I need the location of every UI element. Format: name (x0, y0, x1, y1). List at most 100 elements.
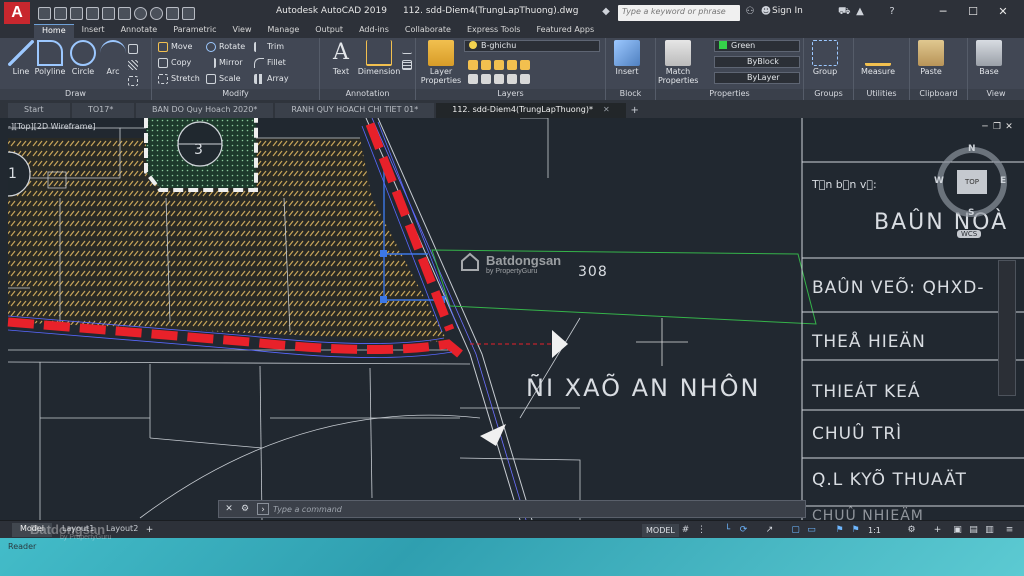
view-panel-title[interactable]: View (968, 89, 1024, 100)
utilities-panel-title[interactable]: Utilities (854, 89, 909, 100)
user-icon[interactable]: ☻ (760, 6, 772, 18)
close-tab-icon[interactable]: ✕ (603, 105, 610, 114)
group-tool[interactable]: Group (806, 40, 844, 76)
mirror-tool[interactable]: Mirror (206, 56, 243, 69)
new-file-icon[interactable] (38, 6, 51, 20)
application-menu-button[interactable]: A (4, 2, 30, 24)
command-prompt-icon[interactable]: › (257, 503, 269, 515)
annotation-panel-title[interactable]: Annotation (320, 89, 415, 100)
auto-scale-icon[interactable]: ⚑ (850, 525, 861, 536)
viewcube-west[interactable]: W (934, 176, 944, 186)
snap-icon[interactable]: ⋮ (696, 525, 707, 536)
fillet-tool[interactable]: Fillet (254, 56, 286, 69)
quick-properties-icon[interactable]: ▤ (968, 525, 979, 536)
move-tool[interactable]: Move (158, 40, 192, 53)
draw-panel-title[interactable]: Draw (0, 89, 151, 100)
table-icon[interactable] (402, 58, 412, 71)
stretch-tool[interactable]: Stretch (158, 72, 200, 85)
measure-tool[interactable]: Measure (856, 40, 900, 76)
add-layout-icon[interactable]: + (144, 525, 155, 536)
file-tab-ban-do-quy-hoach[interactable]: BAN DO Quy Hoach 2020* (136, 103, 274, 118)
customize-menu-icon[interactable]: ≡ (1004, 525, 1015, 536)
paste-tool[interactable]: Paste (912, 40, 950, 76)
viewcube-top-face[interactable]: TOP (957, 170, 987, 194)
match-properties-tool[interactable]: Match Properties (658, 40, 698, 85)
array-tool[interactable]: Array (254, 72, 289, 85)
annotation-scale[interactable]: 1:1 (868, 524, 881, 537)
graphics-performance-icon[interactable]: ▥ (984, 525, 995, 536)
layer-dropdown[interactable]: B-ghichu (464, 40, 600, 52)
trim-tool[interactable]: Trim (254, 40, 284, 53)
file-tab-to17[interactable]: TO17* (72, 103, 134, 118)
share-icon[interactable] (166, 6, 179, 20)
exchange-icon[interactable]: ▲ (854, 6, 866, 18)
isodraft-icon[interactable]: ↗ (764, 525, 775, 536)
tab-view[interactable]: View (225, 24, 260, 38)
save-icon[interactable] (70, 6, 83, 20)
tab-insert[interactable]: Insert (74, 24, 113, 38)
linetype-dropdown[interactable]: ByBlock (714, 56, 800, 68)
file-tab-current[interactable]: 112. sdd-Diem4(TrungLapThuong)* ✕ (436, 103, 626, 118)
annotation-monitor-icon[interactable]: + (932, 525, 943, 536)
open-file-icon[interactable] (54, 6, 67, 20)
viewport-close-icon[interactable]: ✕ (1004, 122, 1014, 132)
tab-parametric[interactable]: Parametric (165, 24, 224, 38)
redo-icon[interactable] (150, 6, 163, 20)
layer-properties-tool[interactable]: Layer Properties (418, 40, 464, 85)
model-space-toggle[interactable]: MODEL (642, 524, 679, 537)
polar-icon[interactable]: ⟳ (738, 525, 749, 536)
scale-tool[interactable]: Scale (206, 72, 241, 85)
viewcube-east[interactable]: E (1000, 176, 1006, 186)
block-panel-title[interactable]: Block (606, 89, 655, 100)
tab-collaborate[interactable]: Collaborate (397, 24, 459, 38)
annotation-visibility-icon[interactable]: ⚑ (834, 525, 845, 536)
command-customize-icon[interactable]: ⚙ (239, 503, 251, 515)
wcs-menu[interactable]: WCS (957, 230, 982, 238)
binoculars-icon[interactable]: ⚇ (744, 6, 756, 18)
qat-dropdown-icon[interactable] (182, 6, 195, 20)
rectangle-icon[interactable] (128, 42, 138, 55)
workspace-gear-icon[interactable]: ⚙ (906, 525, 917, 536)
ortho-icon[interactable]: └ (722, 525, 733, 536)
leader-icon[interactable] (402, 42, 412, 55)
insert-tool[interactable]: Insert (608, 40, 646, 76)
dimension-tool[interactable]: Dimension (354, 40, 404, 76)
viewport-minimize-icon[interactable]: ─ (980, 122, 990, 132)
close-button[interactable]: ✕ (988, 3, 1018, 21)
copy-tool[interactable]: Copy (158, 56, 191, 69)
undo-icon[interactable] (134, 6, 147, 20)
navigation-bar[interactable] (998, 260, 1016, 396)
layers-panel-title[interactable]: Layers (416, 89, 605, 100)
arc-tool[interactable]: Arc (94, 40, 132, 76)
maximize-button[interactable]: ☐ (958, 3, 988, 21)
rotate-tool[interactable]: Rotate (206, 40, 245, 53)
drawing-canvas[interactable]: -][Top][2D Wireframe] 3 1 308 ÑI XAÕ AN … (0, 118, 1024, 520)
tab-home[interactable]: Home (34, 24, 74, 38)
minimize-button[interactable]: ─ (928, 3, 958, 21)
search-input[interactable]: Type a keyword or phrase (618, 5, 740, 21)
help-icon[interactable]: ? (886, 6, 898, 18)
hatch-icon[interactable] (128, 58, 138, 71)
layer-state-icon[interactable] (468, 72, 530, 85)
color-dropdown[interactable]: Green (714, 40, 800, 52)
file-tab-ranh-quy-hoach[interactable]: RANH QUY HOACH CHI TIET 01* (275, 103, 435, 118)
lineweight-dropdown[interactable]: ByLayer (714, 72, 800, 84)
tab-annotate[interactable]: Annotate (113, 24, 166, 38)
otrack-icon[interactable]: ▭ (806, 525, 817, 536)
tab-output[interactable]: Output (307, 24, 351, 38)
new-tab-button[interactable]: + (628, 104, 642, 118)
groups-panel-title[interactable]: Groups (804, 89, 853, 100)
tab-add-ins[interactable]: Add-ins (351, 24, 397, 38)
boundary-icon[interactable] (128, 74, 138, 87)
grid-icon[interactable]: # (680, 525, 691, 536)
tab-manage[interactable]: Manage (260, 24, 308, 38)
properties-panel-title[interactable]: Properties (656, 89, 803, 100)
file-tab-start[interactable]: Start (8, 103, 70, 118)
web-mobile-icon[interactable] (102, 6, 115, 20)
save-as-icon[interactable] (86, 6, 99, 20)
modify-panel-title[interactable]: Modify (152, 89, 319, 100)
plot-icon[interactable] (118, 6, 131, 20)
tab-express-tools[interactable]: Express Tools (459, 24, 529, 38)
viewcube-south[interactable]: S (968, 208, 974, 218)
units-icon[interactable]: ▣ (952, 525, 963, 536)
